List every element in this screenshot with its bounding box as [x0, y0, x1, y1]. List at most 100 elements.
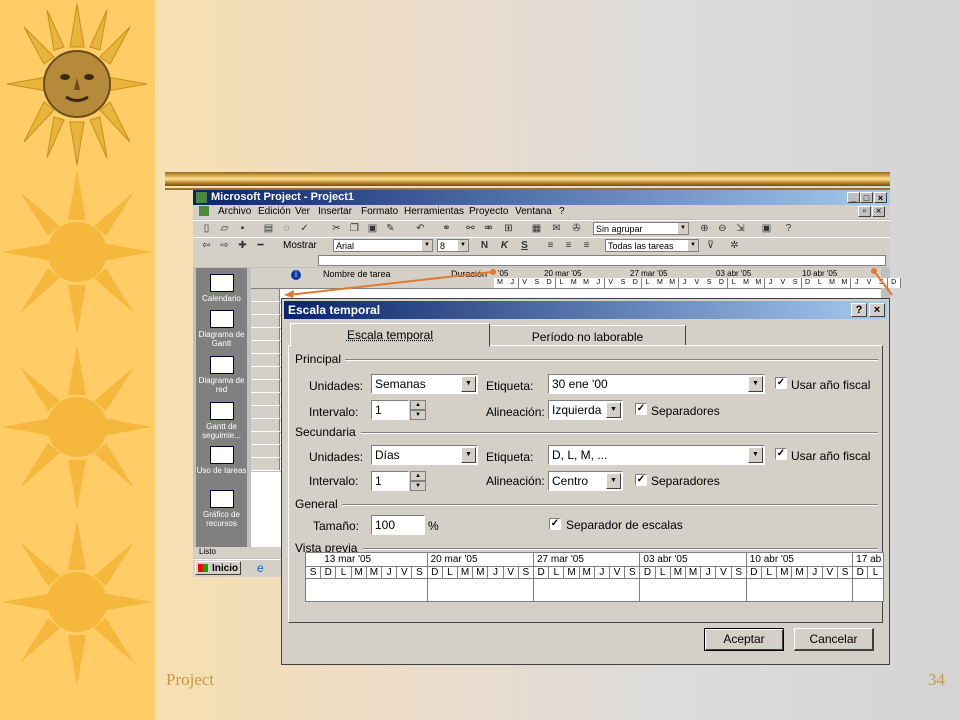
help-icon[interactable]: ?: [783, 223, 794, 234]
copy-icon[interactable]: ❐: [349, 223, 360, 234]
unlink-tasks-icon[interactable]: ⚮: [483, 223, 494, 234]
task-info-icon[interactable]: ▦: [531, 223, 542, 234]
show-subtasks-icon[interactable]: ✚: [237, 240, 248, 251]
menu-ventana[interactable]: Ventana: [515, 206, 552, 217]
principal-label-select[interactable]: 30 ene '00 ▼: [548, 374, 765, 394]
row-header[interactable]: [251, 341, 280, 353]
menu-help[interactable]: ?: [559, 206, 565, 217]
ie-icon[interactable]: e: [257, 561, 264, 575]
autofilter-icon[interactable]: ⊽: [705, 240, 716, 251]
row-header[interactable]: [251, 354, 280, 366]
menu-formato[interactable]: Formato: [361, 206, 398, 217]
preview-icon[interactable]: ◌: [281, 223, 292, 234]
notes-icon[interactable]: ✉: [551, 223, 562, 234]
align-left-icon[interactable]: ≡: [545, 240, 556, 251]
view-resource-graph[interactable]: Gráfico de recursos: [196, 490, 247, 528]
secundaria-label-select[interactable]: D, L, M, ... ▼: [548, 445, 765, 465]
show-menu-button[interactable]: Mostrar: [283, 240, 317, 251]
row-header[interactable]: [251, 315, 280, 327]
secundaria-separators-checkbox[interactable]: ✓: [635, 474, 647, 486]
cancel-button[interactable]: Cancelar: [794, 628, 874, 651]
secundaria-fiscal-checkbox[interactable]: ✓: [775, 448, 787, 460]
indent-icon[interactable]: ⇨: [219, 240, 230, 251]
zoom-in-icon[interactable]: ⊕: [699, 223, 710, 234]
hide-subtasks-icon[interactable]: ━: [255, 240, 266, 251]
split-task-icon[interactable]: ⊞: [503, 223, 514, 234]
row-header[interactable]: [251, 302, 280, 314]
undo-icon[interactable]: ↶: [415, 223, 426, 234]
row-header[interactable]: [251, 458, 280, 470]
open-icon[interactable]: ▱: [219, 223, 230, 234]
scale-separator-checkbox[interactable]: ✓: [549, 518, 561, 530]
cut-icon[interactable]: ✂: [331, 223, 342, 234]
principal-interval-spinner[interactable]: ▲ ▼: [410, 400, 426, 420]
zoom-out-icon[interactable]: ⊖: [717, 223, 728, 234]
view-tracking-gantt[interactable]: Gantt de seguimie...: [196, 402, 247, 440]
menu-archivo[interactable]: Archivo: [218, 206, 251, 217]
maximize-button[interactable]: □: [860, 192, 873, 203]
underline-button[interactable]: S: [519, 240, 530, 251]
spell-icon[interactable]: ✓: [299, 223, 310, 234]
copy-picture-icon[interactable]: ▣: [761, 223, 772, 234]
spin-up-icon[interactable]: ▲: [410, 471, 426, 481]
italic-button[interactable]: K: [499, 240, 510, 251]
row-header[interactable]: [251, 328, 280, 340]
secundaria-align-select[interactable]: Centro ▼: [548, 471, 623, 491]
row-header[interactable]: [251, 419, 280, 431]
row-header[interactable]: [251, 432, 280, 444]
spin-up-icon[interactable]: ▲: [410, 400, 426, 410]
row-header[interactable]: [251, 380, 280, 392]
menu-proyecto[interactable]: Proyecto: [469, 206, 508, 217]
view-calendar[interactable]: Calendario: [196, 274, 247, 303]
size-input[interactable]: 100: [371, 515, 425, 535]
row-header[interactable]: [251, 393, 280, 405]
row-header[interactable]: [251, 367, 280, 379]
principal-align-select[interactable]: Izquierda ▼: [548, 400, 623, 420]
assign-resources-icon[interactable]: ✇: [571, 223, 582, 234]
tab-nonworking[interactable]: Período no laborable: [489, 325, 686, 346]
gantt-wizard-icon[interactable]: ✲: [729, 240, 740, 251]
minimize-button[interactable]: _: [847, 192, 860, 203]
principal-fiscal-checkbox[interactable]: ✓: [775, 377, 787, 389]
dialog-close-button[interactable]: ×: [869, 303, 885, 317]
principal-interval-input[interactable]: 1: [371, 400, 409, 420]
group-combo[interactable]: Sin agrupar ▼: [593, 222, 689, 235]
spin-down-icon[interactable]: ▼: [410, 481, 426, 491]
format-painter-icon[interactable]: ✎: [385, 223, 396, 234]
doc-close-button[interactable]: ×: [872, 206, 885, 217]
spin-down-icon[interactable]: ▼: [410, 410, 426, 420]
dialog-help-button[interactable]: ?: [851, 303, 867, 317]
secundaria-interval-spinner[interactable]: ▲ ▼: [410, 471, 426, 491]
outdent-icon[interactable]: ⇦: [201, 240, 212, 251]
close-window-button[interactable]: ×: [874, 192, 887, 203]
bold-button[interactable]: N: [479, 240, 490, 251]
paste-icon[interactable]: ▣: [367, 223, 378, 234]
secundaria-interval-input[interactable]: 1: [371, 471, 409, 491]
font-size-combo[interactable]: 8 ▼: [437, 239, 469, 252]
start-button[interactable]: Inicio: [195, 561, 241, 575]
doc-restore-button[interactable]: ▫: [858, 206, 871, 217]
row-header[interactable]: [251, 406, 280, 418]
print-icon[interactable]: ▤: [263, 223, 274, 234]
view-gantt[interactable]: Diagrama de Gantt: [196, 310, 247, 348]
goto-task-icon[interactable]: ⇲: [735, 223, 746, 234]
menu-herramientas[interactable]: Herramientas: [404, 206, 464, 217]
secundaria-units-select[interactable]: Días ▼: [371, 445, 478, 465]
menu-insertar[interactable]: Insertar: [318, 206, 352, 217]
menu-ver[interactable]: Ver: [295, 206, 310, 217]
view-network[interactable]: Diagrama de red: [196, 356, 247, 394]
align-right-icon[interactable]: ≡: [581, 240, 592, 251]
new-icon[interactable]: ▯: [201, 223, 212, 234]
hyperlink-icon[interactable]: ⚭: [441, 223, 452, 234]
font-combo[interactable]: Arial ▼: [333, 239, 433, 252]
principal-separators-checkbox[interactable]: ✓: [635, 403, 647, 415]
save-icon[interactable]: ▪: [237, 223, 248, 234]
link-tasks-icon[interactable]: ⚯: [465, 223, 476, 234]
tab-timescale[interactable]: Escala temporal: [290, 323, 490, 347]
principal-units-select[interactable]: Semanas ▼: [371, 374, 478, 394]
row-header[interactable]: [251, 445, 280, 457]
filter-combo[interactable]: Todas las tareas ▼: [605, 239, 699, 252]
ok-button[interactable]: Aceptar: [704, 628, 784, 651]
view-task-usage[interactable]: Uso de tareas: [196, 446, 247, 475]
row-header[interactable]: [251, 289, 280, 301]
